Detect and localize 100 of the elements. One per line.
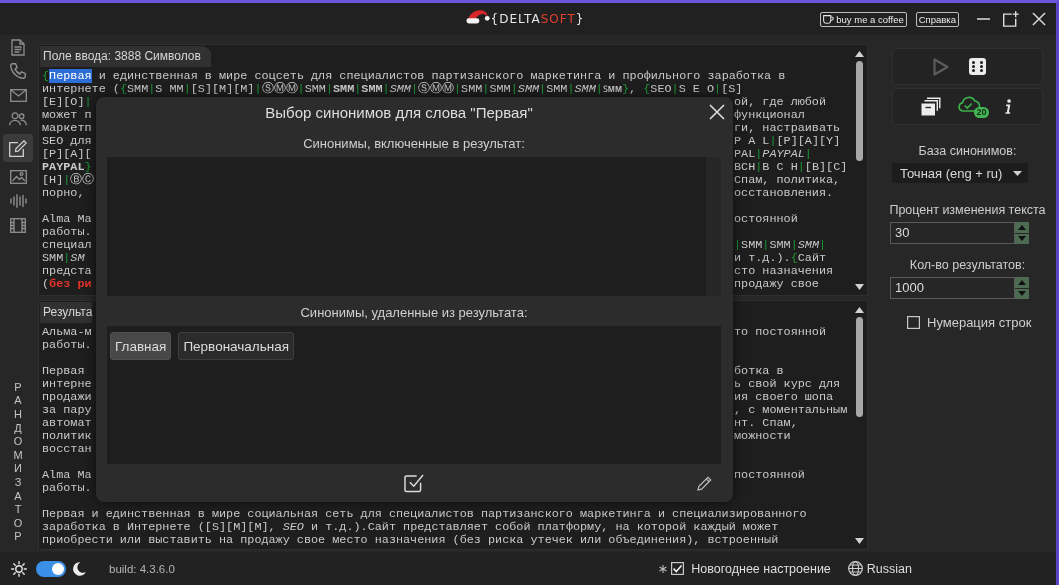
text-line: продажу свое (734, 278, 819, 291)
text-line: интерне (42, 378, 92, 391)
text-line: остоянной (734, 213, 798, 226)
field-label: Кол-во результатов: (908, 258, 1027, 272)
percent-field[interactable]: 30 (890, 222, 1015, 244)
scroll-up-button[interactable] (854, 51, 864, 57)
checkbox[interactable] (671, 562, 685, 575)
text-line: {Первая и единственная в мире соцсеть для специалистов партизанского маркетинга и профильного заработка в (42, 69, 786, 83)
stack-icon (920, 97, 941, 116)
dice-button[interactable] (969, 58, 986, 75)
section-label: РАНДОМИЗАТОР (12, 380, 24, 544)
text-line: порно, (42, 187, 85, 200)
close-icon (709, 104, 725, 120)
text-line: нт. Спам, (734, 417, 798, 430)
editor-title: Поле ввода: 3888 Символов (40, 46, 211, 67)
text-line: Первая и единственная в мире социальная сеть для специалистов партизанского маркетинга и специализированного (42, 507, 807, 521)
text-line: ботка в (734, 365, 784, 378)
coffee-button[interactable]: buy me a coffee (820, 11, 907, 27)
text-line: работы. (42, 225, 92, 239)
text-line: [E][O]| (42, 96, 92, 109)
synonym-base-dropdown[interactable]: Точная (eng + ru) (892, 163, 1028, 183)
text-line: продажи (42, 391, 92, 404)
text-line: маркетп (42, 122, 92, 135)
down-triangle-icon (1018, 291, 1026, 297)
square-plus-icon (1003, 11, 1019, 27)
checkbox-label: Новогоднее настроение (691, 561, 831, 576)
dialog-title: Выбор синонимов для слова "Первая" (264, 103, 534, 121)
film-icon (10, 217, 26, 233)
confirm-button[interactable] (404, 473, 424, 493)
info-button[interactable] (1004, 99, 1011, 114)
stack-button[interactable] (920, 97, 941, 116)
text-line: PAL|PAYPAL| (734, 148, 812, 161)
santa-hat-icon (465, 8, 490, 24)
increment-button[interactable] (1015, 277, 1029, 288)
text-line: ой, где любой (734, 96, 827, 109)
people-icon (9, 112, 27, 126)
text-line: SMM|SM (42, 252, 85, 265)
snowflake-icon (659, 564, 668, 573)
section-label: Синонимы, удаленные из результата: (299, 304, 529, 321)
checkbox-label: Нумерация строк (927, 315, 1032, 330)
decrement-button[interactable] (1015, 233, 1029, 244)
text-line: SEO для (42, 135, 92, 148)
build-label: build: 4.3.6.0 (109, 562, 175, 575)
cloud-sync-button[interactable]: 20 (956, 95, 989, 118)
text-line: Alma Ma (42, 213, 92, 226)
text-line: постоянной (734, 469, 805, 482)
minimize-icon (976, 18, 990, 20)
text-line: автомат (42, 417, 92, 430)
scroll-down-button[interactable] (854, 538, 864, 544)
text-line: PAYPAL} (42, 161, 92, 174)
down-triangle-icon (1018, 236, 1026, 242)
scrollbar-thumb[interactable] (855, 317, 863, 417)
text-line: можности (734, 430, 791, 443)
text-line: [H]|ⒷⒸ (42, 174, 95, 187)
text-line: [P][A][ (42, 148, 92, 161)
sound-wave-icon (9, 194, 27, 208)
language-selector[interactable]: Russian (866, 561, 912, 576)
text-line: может п (42, 109, 92, 122)
theme-toggle[interactable] (36, 560, 66, 577)
text-line: предста (42, 265, 92, 278)
editor-title: Результа (40, 302, 93, 323)
text-line: функционал (734, 109, 805, 122)
text-line: ь свой курс для (734, 378, 841, 391)
scroll-down-button[interactable] (854, 284, 864, 290)
caret-icon (1013, 170, 1022, 176)
edit-button[interactable] (697, 475, 712, 491)
synonym-chip[interactable]: Первоначальная (178, 332, 295, 360)
phone-icon (10, 63, 26, 79)
edit-icon (9, 139, 27, 157)
dice-icon (969, 58, 986, 75)
count-badge: 20 (974, 106, 989, 118)
text-line: интернете ({SMM|S MM|[S][M][M]|ⓈⓂⓂ|SMM|SMM|SMM|SMM|ⓈⓂⓂ|SMM|SMM|SMM|SMM|SMM|ꜱᴍᴍ}, {SEO|S E O|[S] (42, 82, 743, 96)
text-line: специал (42, 239, 92, 252)
help-button[interactable]: Справка (915, 11, 959, 27)
text-line: заработка в Интернете ([S][M][M], SEO и т.д.).Сайт представляет собой платформу, на которой каждый может (42, 520, 779, 534)
text-line: осстановления. (734, 187, 834, 200)
increment-button[interactable] (1015, 222, 1029, 233)
text-line: то постоянной (734, 326, 827, 339)
text-line: сто назначения (734, 265, 834, 278)
count-field[interactable]: 1000 (890, 277, 1015, 299)
play-icon (933, 57, 949, 76)
close-icon (1032, 12, 1046, 26)
synonym-chip[interactable]: Главная (110, 332, 172, 360)
text-line: P A L|[P][A][Y] (734, 135, 841, 148)
envelope-icon (9, 88, 27, 102)
pencil-icon (697, 475, 712, 491)
scroll-up-button[interactable] (854, 307, 864, 313)
checkbox[interactable] (907, 316, 920, 329)
decrement-button[interactable] (1015, 288, 1029, 299)
info-icon (1004, 99, 1011, 114)
text-line: Первая (42, 365, 85, 378)
scrollbar-thumb[interactable] (855, 61, 863, 161)
section-label: Синонимы, включенные в результат: (302, 135, 526, 152)
sidebar-item[interactable] (3, 134, 33, 162)
cup-icon (823, 14, 835, 24)
field-label: База синонимов: (917, 144, 1018, 158)
text-line: Альма-м (42, 326, 92, 339)
logo: {DELTASOFT} (490, 12, 585, 26)
text-line: BCH|B C H|[B][C] (734, 161, 848, 174)
text-line: восстан (42, 442, 92, 456)
